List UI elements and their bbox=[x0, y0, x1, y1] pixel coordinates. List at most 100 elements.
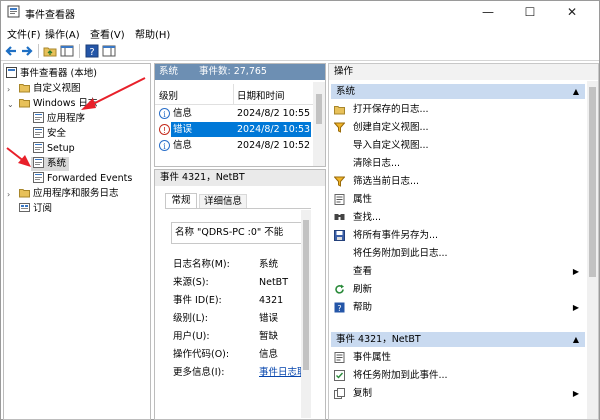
system-action-7[interactable]: 将所有事件另存为... bbox=[331, 227, 585, 244]
tree-system-label: 系统 bbox=[47, 158, 67, 169]
system-action-1[interactable]: 创建自定义视图... bbox=[331, 119, 585, 136]
forward-arrow-icon[interactable] bbox=[20, 44, 34, 58]
tree-item-application[interactable]: 应用程序 bbox=[33, 112, 85, 126]
action-label: 清除日志... bbox=[353, 158, 401, 169]
event-level: 错误 bbox=[173, 124, 193, 135]
field-label: 来源(S): bbox=[173, 277, 209, 288]
subscription-icon bbox=[19, 203, 30, 212]
tree-application-label: 应用程序 bbox=[47, 113, 86, 124]
event-message-box: 名称 "QDRS-PC :0" 不能 bbox=[171, 222, 305, 244]
action-label: 帮助 bbox=[353, 302, 373, 313]
system-action-2[interactable]: 导入自定义视图... bbox=[331, 137, 585, 154]
save-icon bbox=[334, 230, 345, 241]
event-row-1[interactable]: ! 错误 2024/8/2 10:53:5 bbox=[157, 122, 311, 137]
filter-icon bbox=[334, 176, 345, 187]
minimize-button[interactable]: — bbox=[467, 1, 509, 23]
tree-item-subscriptions[interactable]: 订阅 bbox=[19, 202, 52, 216]
system-action-10[interactable]: 刷新 bbox=[331, 281, 585, 298]
tab-general[interactable]: 常规 bbox=[165, 193, 197, 208]
actions-section-event[interactable]: 事件 4321，NetBT ▲ bbox=[331, 332, 585, 347]
event-row-0[interactable]: i 信息 2024/8/2 10:55:5 bbox=[157, 106, 311, 121]
info-icon: i bbox=[159, 140, 170, 151]
log-icon bbox=[33, 112, 44, 123]
svg-text:?: ? bbox=[337, 304, 341, 313]
column-level-header[interactable]: 级别 bbox=[159, 88, 178, 102]
show-tree-icon[interactable] bbox=[60, 44, 74, 58]
blank-icon bbox=[334, 266, 345, 277]
submenu-arrow-icon: ▶ bbox=[572, 303, 579, 312]
close-button[interactable]: ✕ bbox=[551, 1, 593, 23]
menu-file[interactable]: 文件(F) bbox=[7, 26, 41, 41]
system-action-8[interactable]: 将任务附加到此日志... bbox=[331, 245, 585, 262]
actions-scrollbar[interactable] bbox=[587, 81, 598, 419]
event-viewer-window: 事件查看器 — ☐ ✕ 文件(F) 操作(A) 查看(V) 帮助(H) ? 事件… bbox=[0, 0, 600, 420]
field-label: 日志名称(M): bbox=[173, 259, 230, 270]
detail-scrollbar[interactable] bbox=[301, 210, 311, 418]
system-action-5[interactable]: 属性 bbox=[331, 191, 585, 208]
event-row-2[interactable]: i 信息 2024/8/2 10:52:0 bbox=[157, 138, 311, 153]
menu-view[interactable]: 查看(V) bbox=[90, 26, 125, 41]
show-action-pane-icon[interactable] bbox=[102, 44, 116, 58]
field-label: 用户(U): bbox=[173, 331, 210, 342]
toolbar: ? bbox=[1, 41, 599, 61]
event-detail-pane: 事件 4321，NetBT 常规 详细信息 名称 "QDRS-PC :0" 不能… bbox=[154, 169, 326, 420]
chevron-right-icon[interactable]: › bbox=[7, 85, 10, 94]
system-action-4[interactable]: 筛选当前日志... bbox=[331, 173, 585, 190]
chevron-right-icon[interactable]: › bbox=[7, 190, 10, 199]
chevron-down-icon[interactable]: ⌄ bbox=[7, 100, 14, 109]
system-action-0[interactable]: 打开保存的日志... bbox=[331, 101, 585, 118]
folder-icon bbox=[19, 84, 30, 93]
system-action-6[interactable]: 查找... bbox=[331, 209, 585, 226]
event-datetime: 2024/8/2 10:53:5 bbox=[237, 124, 311, 135]
refresh-icon bbox=[335, 284, 344, 294]
field-value: 4321 bbox=[259, 295, 284, 306]
event-detail-header: 事件 4321，NetBT bbox=[155, 170, 325, 186]
more-info-link[interactable]: 事件日志联 bbox=[259, 364, 307, 381]
info-icon: i bbox=[159, 108, 170, 119]
collapse-up-icon[interactable]: ▲ bbox=[573, 332, 579, 347]
up-folder-icon[interactable] bbox=[43, 44, 57, 58]
system-action-11[interactable]: ? 帮助 ▶ bbox=[331, 299, 585, 316]
event-level: 信息 bbox=[173, 108, 193, 119]
blank-icon bbox=[334, 158, 345, 169]
maximize-button[interactable]: ☐ bbox=[509, 1, 551, 23]
tree-item-security[interactable]: 安全 bbox=[33, 127, 66, 141]
menu-help[interactable]: 帮助(H) bbox=[135, 26, 170, 41]
collapse-up-icon[interactable]: ▲ bbox=[573, 84, 579, 99]
field-label: 级别(L): bbox=[173, 313, 208, 324]
log-header-bar: 系统 事件数: 27,765 bbox=[155, 64, 325, 80]
tree-item-setup[interactable]: Setup bbox=[33, 142, 75, 156]
tree-item-system[interactable]: 系统 bbox=[31, 157, 70, 171]
submenu-arrow-icon: ▶ bbox=[572, 389, 579, 398]
actions-section-system[interactable]: 系统 ▲ bbox=[331, 84, 585, 99]
red-arrow-annotation bbox=[6, 147, 31, 167]
system-action-3[interactable]: 清除日志... bbox=[331, 155, 585, 172]
svg-text:i: i bbox=[163, 142, 166, 151]
menu-action[interactable]: 操作(A) bbox=[45, 26, 80, 41]
help-icon[interactable]: ? bbox=[85, 44, 99, 58]
event-viewer-app-icon bbox=[7, 5, 20, 18]
folder-icon bbox=[19, 189, 30, 198]
title-bar: 事件查看器 — ☐ ✕ bbox=[1, 1, 599, 23]
event-action-2[interactable]: 复制 ▶ bbox=[331, 385, 585, 402]
tab-details[interactable]: 详细信息 bbox=[199, 194, 247, 208]
tree-item-app-service-logs[interactable]: 应用程序和服务日志 bbox=[19, 187, 119, 201]
tree-item-forwarded-events[interactable]: Forwarded Events bbox=[33, 172, 132, 186]
field-value: 信息 bbox=[259, 349, 279, 360]
action-label: 筛选当前日志... bbox=[353, 176, 420, 187]
actions-section-label: 事件 4321，NetBT bbox=[336, 334, 421, 345]
tree-forwarded-label: Forwarded Events bbox=[47, 173, 133, 184]
column-datetime-header[interactable]: 日期和时间 bbox=[237, 88, 285, 102]
event-list-scrollbar[interactable] bbox=[313, 82, 325, 166]
system-action-9[interactable]: 查看 ▶ bbox=[331, 263, 585, 280]
action-label: 将任务附加到此事件... bbox=[353, 370, 448, 381]
action-label: 刷新 bbox=[353, 284, 373, 295]
back-arrow-icon[interactable] bbox=[4, 44, 18, 58]
field-label: 更多信息(I): bbox=[173, 367, 225, 378]
menu-bar: 文件(F) 操作(A) 查看(V) 帮助(H) bbox=[1, 23, 599, 41]
svg-text:i: i bbox=[163, 110, 166, 119]
submenu-arrow-icon: ▶ bbox=[572, 267, 579, 276]
event-action-0[interactable]: 事件属性 bbox=[331, 349, 585, 366]
event-action-1[interactable]: 将任务附加到此事件... bbox=[331, 367, 585, 384]
folder-icon bbox=[19, 99, 30, 108]
